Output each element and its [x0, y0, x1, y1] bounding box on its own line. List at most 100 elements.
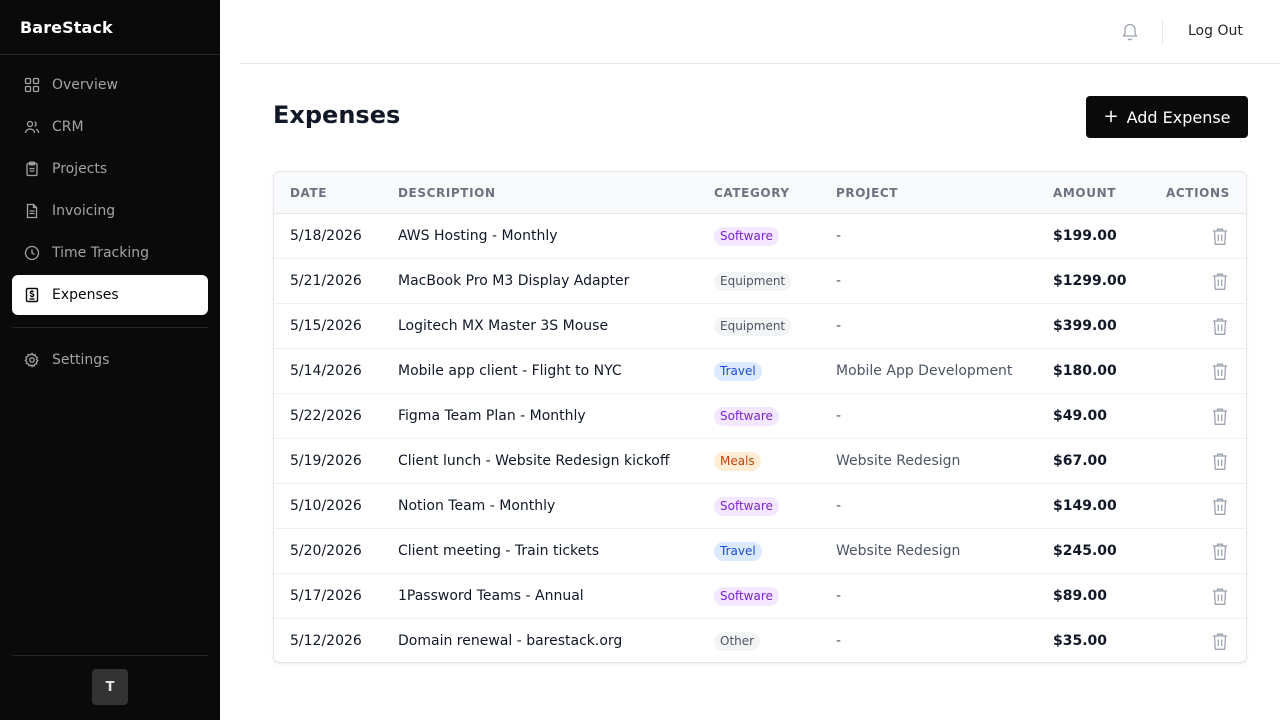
expense-amount: $1299.00 — [1053, 273, 1127, 289]
category-badge: Software — [714, 587, 779, 606]
table-row[interactable]: 5/20/2026 Client meeting - Train tickets T… — [274, 529, 1246, 574]
expense-amount: $35.00 — [1053, 633, 1108, 649]
expense-project: Website Redesign — [836, 543, 961, 559]
table-row[interactable]: 5/18/2026 AWS Hosting - Monthly Software - $… — [274, 214, 1246, 259]
sidebar-item-overview[interactable]: Overview — [12, 65, 208, 105]
sidebar: BareStack Overview CRM Projects Invoicin… — [0, 0, 220, 720]
trash-icon[interactable] — [1212, 317, 1228, 336]
bell-icon[interactable] — [1121, 22, 1139, 42]
category-badge: Software — [714, 227, 779, 246]
trash-icon[interactable] — [1212, 362, 1228, 381]
column-header-amount: AMOUNT — [1053, 186, 1117, 200]
expense-project: - — [836, 498, 842, 514]
sidebar-item-label: Invoicing — [52, 203, 116, 219]
expense-amount: $199.00 — [1053, 228, 1117, 244]
table-row[interactable]: 5/14/2026 Mobile app client - Flight to N… — [274, 349, 1246, 394]
clipboard-icon — [24, 161, 40, 177]
expense-description: Domain renewal - barestack.org — [398, 633, 623, 649]
trash-icon[interactable] — [1212, 407, 1228, 426]
expense-project: - — [836, 408, 842, 424]
table-row[interactable]: 5/22/2026 Figma Team Plan - Monthly Softwa… — [274, 394, 1246, 439]
avatar[interactable]: T — [92, 669, 128, 705]
sidebar-item-settings[interactable]: Settings — [12, 340, 208, 380]
trash-icon[interactable] — [1212, 452, 1228, 471]
sidebar-nav: Overview CRM Projects Invoicing Time Tra… — [0, 55, 220, 380]
clock-icon — [24, 245, 40, 261]
expense-project: - — [836, 228, 842, 244]
column-header-project: PROJECT — [836, 186, 899, 200]
expense-date: 5/10/2026 — [290, 498, 362, 514]
table-row[interactable]: 5/17/2026 1Password Teams - Annual Softwar… — [274, 574, 1246, 619]
expense-description: 1Password Teams - Annual — [398, 588, 584, 604]
add-expense-label: Add Expense — [1126, 107, 1231, 127]
table-row[interactable]: 5/15/2026 Logitech MX Master 3S Mouse Equi… — [274, 304, 1246, 349]
header-divider — [1162, 20, 1163, 44]
trash-icon[interactable] — [1212, 542, 1228, 561]
category-badge: Travel — [714, 362, 762, 381]
sidebar-item-label: Time Tracking — [52, 245, 149, 261]
plus-icon: + — [1103, 106, 1119, 127]
category-badge: Other — [714, 632, 761, 651]
expense-project: - — [836, 318, 842, 334]
expense-date: 5/14/2026 — [290, 363, 362, 379]
expense-amount: $89.00 — [1053, 588, 1108, 604]
sidebar-item-time-tracking[interactable]: Time Tracking — [12, 233, 208, 273]
expense-project: - — [836, 633, 842, 649]
sidebar-item-label: Settings — [52, 352, 110, 368]
expense-description: Client lunch - Website Redesign kickoff — [398, 453, 670, 469]
expense-description: MacBook Pro M3 Display Adapter — [398, 273, 630, 289]
sidebar-item-label: Projects — [52, 161, 108, 177]
category-badge: Software — [714, 497, 779, 516]
expense-amount: $245.00 — [1053, 543, 1117, 559]
expense-date: 5/15/2026 — [290, 318, 362, 334]
table-row[interactable]: 5/12/2026 Domain renewal - barestack.org O… — [274, 619, 1246, 662]
sidebar-item-expenses[interactable]: Expenses — [12, 275, 208, 315]
expense-project: - — [836, 588, 842, 604]
receipt-icon — [24, 287, 40, 303]
sidebar-item-label: CRM — [52, 119, 84, 135]
expense-date: 5/19/2026 — [290, 453, 362, 469]
expense-date: 5/18/2026 — [290, 228, 362, 244]
table-row[interactable]: 5/21/2026 MacBook Pro M3 Display Adapter E… — [274, 259, 1246, 304]
expense-date: 5/17/2026 — [290, 588, 362, 604]
sidebar-item-label: Overview — [52, 77, 118, 93]
table-row[interactable]: 5/10/2026 Notion Team - Monthly Software - $… — [274, 484, 1246, 529]
category-badge: Equipment — [714, 272, 792, 291]
category-badge: Travel — [714, 542, 762, 561]
trash-icon[interactable] — [1212, 497, 1228, 516]
trash-icon[interactable] — [1212, 272, 1228, 291]
table-row[interactable]: 5/19/2026 Client lunch - Website Redesign… — [274, 439, 1246, 484]
category-badge: Software — [714, 407, 779, 426]
expense-date: 5/22/2026 — [290, 408, 362, 424]
sidebar-item-invoicing[interactable]: Invoicing — [12, 191, 208, 231]
top-bar: Log Out — [240, 0, 1280, 64]
expense-description: AWS Hosting - Monthly — [398, 228, 558, 244]
trash-icon[interactable] — [1212, 632, 1228, 651]
table-header: DATE DESCRIPTION CATEGORY PROJECT AMOUNT… — [274, 172, 1246, 214]
logout-button[interactable]: Log Out — [1188, 23, 1243, 39]
column-header-category: CATEGORY — [714, 186, 790, 200]
users-icon — [24, 119, 40, 135]
app-logo: BareStack — [0, 0, 220, 55]
expense-project: - — [836, 273, 842, 289]
sidebar-footer: T — [12, 655, 208, 705]
add-expense-button[interactable]: + Add Expense — [1086, 96, 1248, 138]
trash-icon[interactable] — [1212, 227, 1228, 246]
expense-description: Client meeting - Train tickets — [398, 543, 600, 559]
gear-icon — [24, 352, 40, 368]
sidebar-item-projects[interactable]: Projects — [12, 149, 208, 189]
page-title: Expenses — [273, 101, 401, 129]
expense-date: 5/20/2026 — [290, 543, 362, 559]
expense-date: 5/12/2026 — [290, 633, 362, 649]
grid-icon — [24, 77, 40, 93]
column-header-actions: ACTIONS — [1166, 186, 1230, 200]
nav-divider — [12, 327, 208, 328]
expense-amount: $49.00 — [1053, 408, 1108, 424]
trash-icon[interactable] — [1212, 587, 1228, 606]
expenses-table: DATE DESCRIPTION CATEGORY PROJECT AMOUNT… — [273, 171, 1247, 663]
sidebar-item-crm[interactable]: CRM — [12, 107, 208, 147]
file-text-icon — [24, 203, 40, 219]
expense-description: Figma Team Plan - Monthly — [398, 408, 586, 424]
expense-amount: $180.00 — [1053, 363, 1117, 379]
expense-description: Mobile app client - Flight to NYC — [398, 363, 622, 379]
